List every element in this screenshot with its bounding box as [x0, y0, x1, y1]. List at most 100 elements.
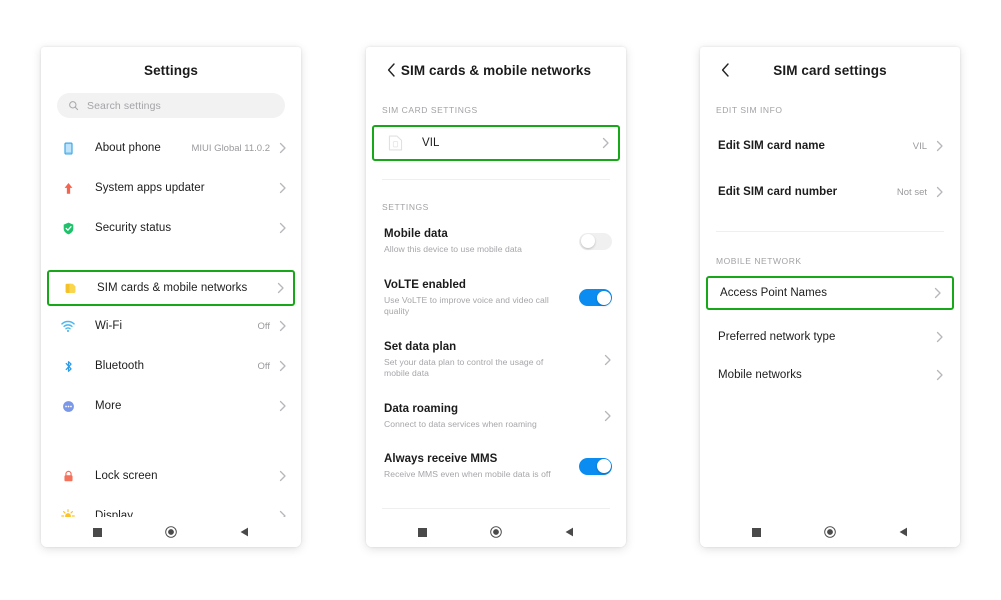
brightness-icon	[57, 508, 79, 517]
recents-square-icon[interactable]	[89, 524, 105, 540]
list-item-text: Set data plan Set your data plan to cont…	[384, 340, 604, 380]
back-chevron-icon[interactable]	[384, 63, 398, 77]
chevron-right-icon	[604, 410, 612, 422]
list-item-label: Edit SIM card name	[718, 140, 825, 152]
list-item-edit-sim-card-number[interactable]: Edit SIM card number Not set	[700, 173, 960, 211]
gap	[366, 93, 626, 105]
chevron-right-icon	[936, 140, 944, 152]
home-circle-icon[interactable]	[163, 524, 179, 540]
sidebar-item-system-apps-updater[interactable]: System apps updater	[41, 168, 301, 208]
list-item-subtitle: Use VoLTE to improve voice and video cal…	[384, 294, 549, 317]
mobile-data-toggle[interactable]	[579, 232, 612, 250]
list-item-data-roaming[interactable]: Data roaming Connect to data services wh…	[366, 391, 626, 442]
list-item-control	[604, 354, 612, 366]
sidebar-item-label: Bluetooth	[95, 360, 145, 372]
chevron-right-icon	[936, 186, 944, 198]
back-triangle-icon[interactable]	[237, 524, 253, 540]
sidebar-item-more[interactable]: More	[41, 386, 301, 426]
gap	[366, 513, 626, 518]
sim-card-label: VIL	[422, 137, 440, 149]
list-item-volte-enabled[interactable]: VoLTE enabled Use VoLTE to improve voice…	[366, 267, 626, 329]
sidebar-item-sim-cards-mobile-networks[interactable]: SIM cards & mobile networks	[47, 270, 295, 306]
list-item-title: Set data plan	[384, 340, 457, 353]
list-item-value: Not set	[896, 186, 927, 198]
section-caption-mobile-network: MOBILE NETWORK	[716, 256, 802, 266]
gap	[700, 211, 960, 227]
sidebar-item-label: SIM cards & mobile networks	[97, 282, 248, 294]
list-group-gap	[41, 426, 301, 456]
gap	[700, 93, 960, 105]
gap	[366, 115, 626, 125]
list-item-subtitle: Connect to data services when roaming	[384, 418, 537, 429]
up-arrow-icon	[57, 181, 79, 196]
list-item-label: Edit SIM card number	[718, 186, 838, 198]
chevron-right-icon	[279, 360, 287, 372]
page-title: SIM card settings	[773, 62, 887, 78]
section-caption-sim-card-settings: SIM CARD SETTINGS	[382, 105, 478, 115]
list-group-gap	[41, 248, 301, 270]
list-item-mobile-networks[interactable]: Mobile networks	[700, 356, 960, 394]
sidebar-item-lock-screen[interactable]: Lock screen	[41, 456, 301, 496]
recents-square-icon[interactable]	[748, 524, 764, 540]
list-item-preferred-network-type[interactable]: Preferred network type	[700, 318, 960, 356]
list-item-always-receive-mms[interactable]: Always receive MMS Receive MMS even when…	[366, 441, 626, 492]
sim-card-row-vil[interactable]: VIL	[372, 125, 620, 161]
section-divider	[382, 507, 610, 509]
gap	[700, 266, 960, 276]
gap	[366, 161, 626, 175]
back-chevron-icon[interactable]	[718, 63, 732, 77]
list-item-label: Preferred network type	[718, 331, 836, 343]
list-item-title: Data roaming	[384, 402, 459, 415]
list-item-title: Mobile data	[384, 228, 448, 240]
chevron-right-icon	[279, 470, 287, 482]
back-triangle-icon[interactable]	[896, 524, 912, 540]
volte-toggle[interactable]	[579, 289, 612, 306]
gap	[700, 165, 960, 173]
sidebar-item-value: MIUI Global 11.0.2	[191, 142, 270, 154]
section-caption-settings: SETTINGS	[382, 202, 429, 212]
list-item-subtitle: Allow this device to use mobile data	[384, 244, 522, 254]
gap	[700, 115, 960, 127]
sidebar-item-display[interactable]: Display	[41, 496, 301, 517]
recents-square-icon[interactable]	[414, 524, 430, 540]
back-triangle-icon[interactable]	[562, 524, 578, 540]
list-item-edit-sim-card-name[interactable]: Edit SIM card name VIL	[700, 127, 960, 165]
toggle-knob	[580, 234, 595, 249]
phone-icon	[57, 141, 79, 156]
search-placeholder: Search settings	[87, 99, 161, 112]
chevron-right-icon	[279, 142, 287, 154]
chevron-right-icon	[602, 137, 610, 149]
page-title: SIM cards & mobile networks	[400, 62, 592, 78]
list-item-mobile-data[interactable]: Mobile data Allow this device to use mob…	[366, 216, 626, 267]
more-icon	[57, 399, 79, 414]
sidebar-item-wifi[interactable]: Wi-Fi Off	[41, 306, 301, 346]
list-item-access-point-names[interactable]: Access Point Names	[706, 276, 954, 310]
search-input[interactable]: Search settings	[57, 93, 285, 118]
chevron-right-icon	[934, 287, 942, 299]
sidebar-item-value: Off	[257, 360, 271, 372]
sim-card-icon	[384, 135, 406, 151]
list-item-set-data-plan[interactable]: Set data plan Set your data plan to cont…	[366, 329, 626, 391]
list-item-control	[579, 289, 612, 306]
sidebar-item-about-phone[interactable]: About phone MIUI Global 11.0.2	[41, 128, 301, 168]
lock-icon	[57, 469, 79, 484]
gap	[366, 492, 626, 504]
sidebar-item-label: Security status	[95, 222, 172, 234]
list-item-control	[579, 232, 612, 250]
sidebar-item-security-status[interactable]: Security status	[41, 208, 301, 248]
sim-card-settings-title-bar: SIM card settings	[700, 47, 960, 93]
wifi-icon	[57, 318, 79, 334]
sidebar-item-value: Off	[257, 320, 271, 332]
list-item-text: Mobile data Allow this device to use mob…	[384, 227, 579, 256]
list-item-subtitle: Set your data plan to control the usage …	[384, 356, 544, 379]
chevron-right-icon	[279, 320, 287, 332]
chevron-right-icon	[936, 331, 944, 343]
shield-check-icon	[57, 221, 79, 236]
home-circle-icon[interactable]	[488, 524, 504, 540]
sim-cards-icon	[59, 281, 81, 296]
list-item-title: Always receive MMS	[384, 453, 498, 465]
home-circle-icon[interactable]	[822, 524, 838, 540]
sidebar-item-bluetooth[interactable]: Bluetooth Off	[41, 346, 301, 386]
always-receive-mms-toggle[interactable]	[579, 457, 612, 475]
sidebar-item-label: Display	[95, 510, 134, 517]
